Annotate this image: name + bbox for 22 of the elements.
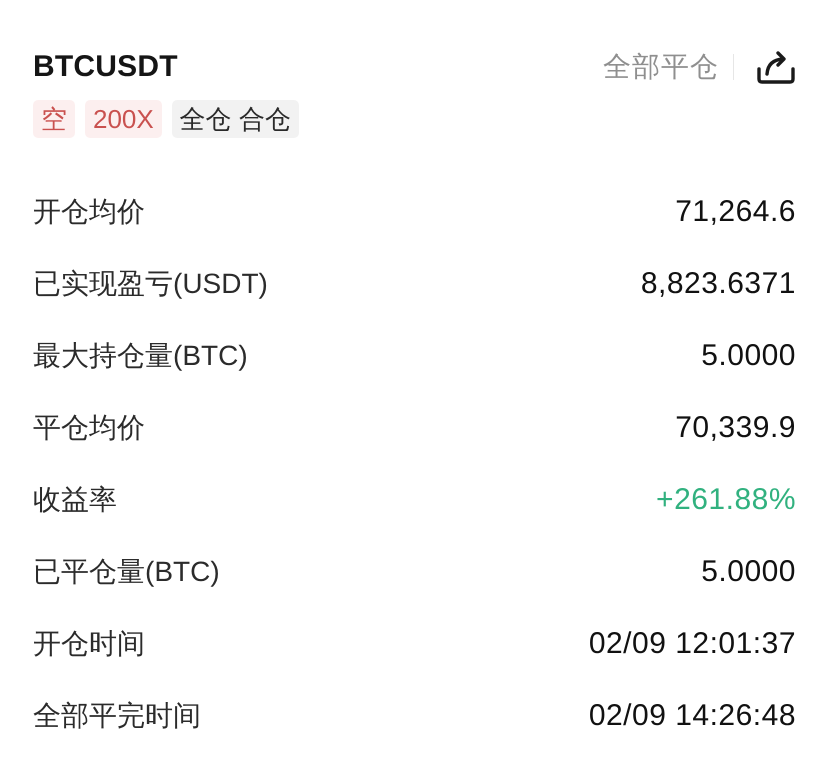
- field-value: 71,264.6: [675, 195, 796, 229]
- field-label: 已平仓量(BTC): [33, 555, 220, 589]
- field-value: 5.0000: [701, 339, 796, 373]
- field-label: 开仓均价: [33, 195, 145, 229]
- field-value: 5.0000: [701, 555, 796, 589]
- close-all-button[interactable]: 全部平仓: [603, 48, 719, 86]
- field-label: 平仓均价: [33, 411, 145, 445]
- field-label: 全部平完时间: [33, 699, 201, 733]
- tag: 200X: [85, 100, 162, 138]
- tag: 空: [33, 100, 75, 138]
- tag: 全仓 合仓: [172, 100, 299, 138]
- field-label: 最大持仓量(BTC): [33, 339, 248, 373]
- field-value: 02/09 12:01:37: [588, 627, 796, 661]
- field-value: 70,339.9: [675, 411, 796, 445]
- share-icon[interactable]: [756, 49, 796, 85]
- field-value: 8,823.6371: [640, 267, 796, 301]
- field-label: 已实现盈亏(USDT): [33, 267, 268, 301]
- symbol-title: BTCUSDT: [33, 50, 178, 84]
- field-value: 02/09 14:26:48: [588, 699, 796, 733]
- field-label: 开仓时间: [33, 627, 145, 661]
- field-label: 收益率: [33, 483, 117, 517]
- field-value: +261.88%: [656, 483, 796, 517]
